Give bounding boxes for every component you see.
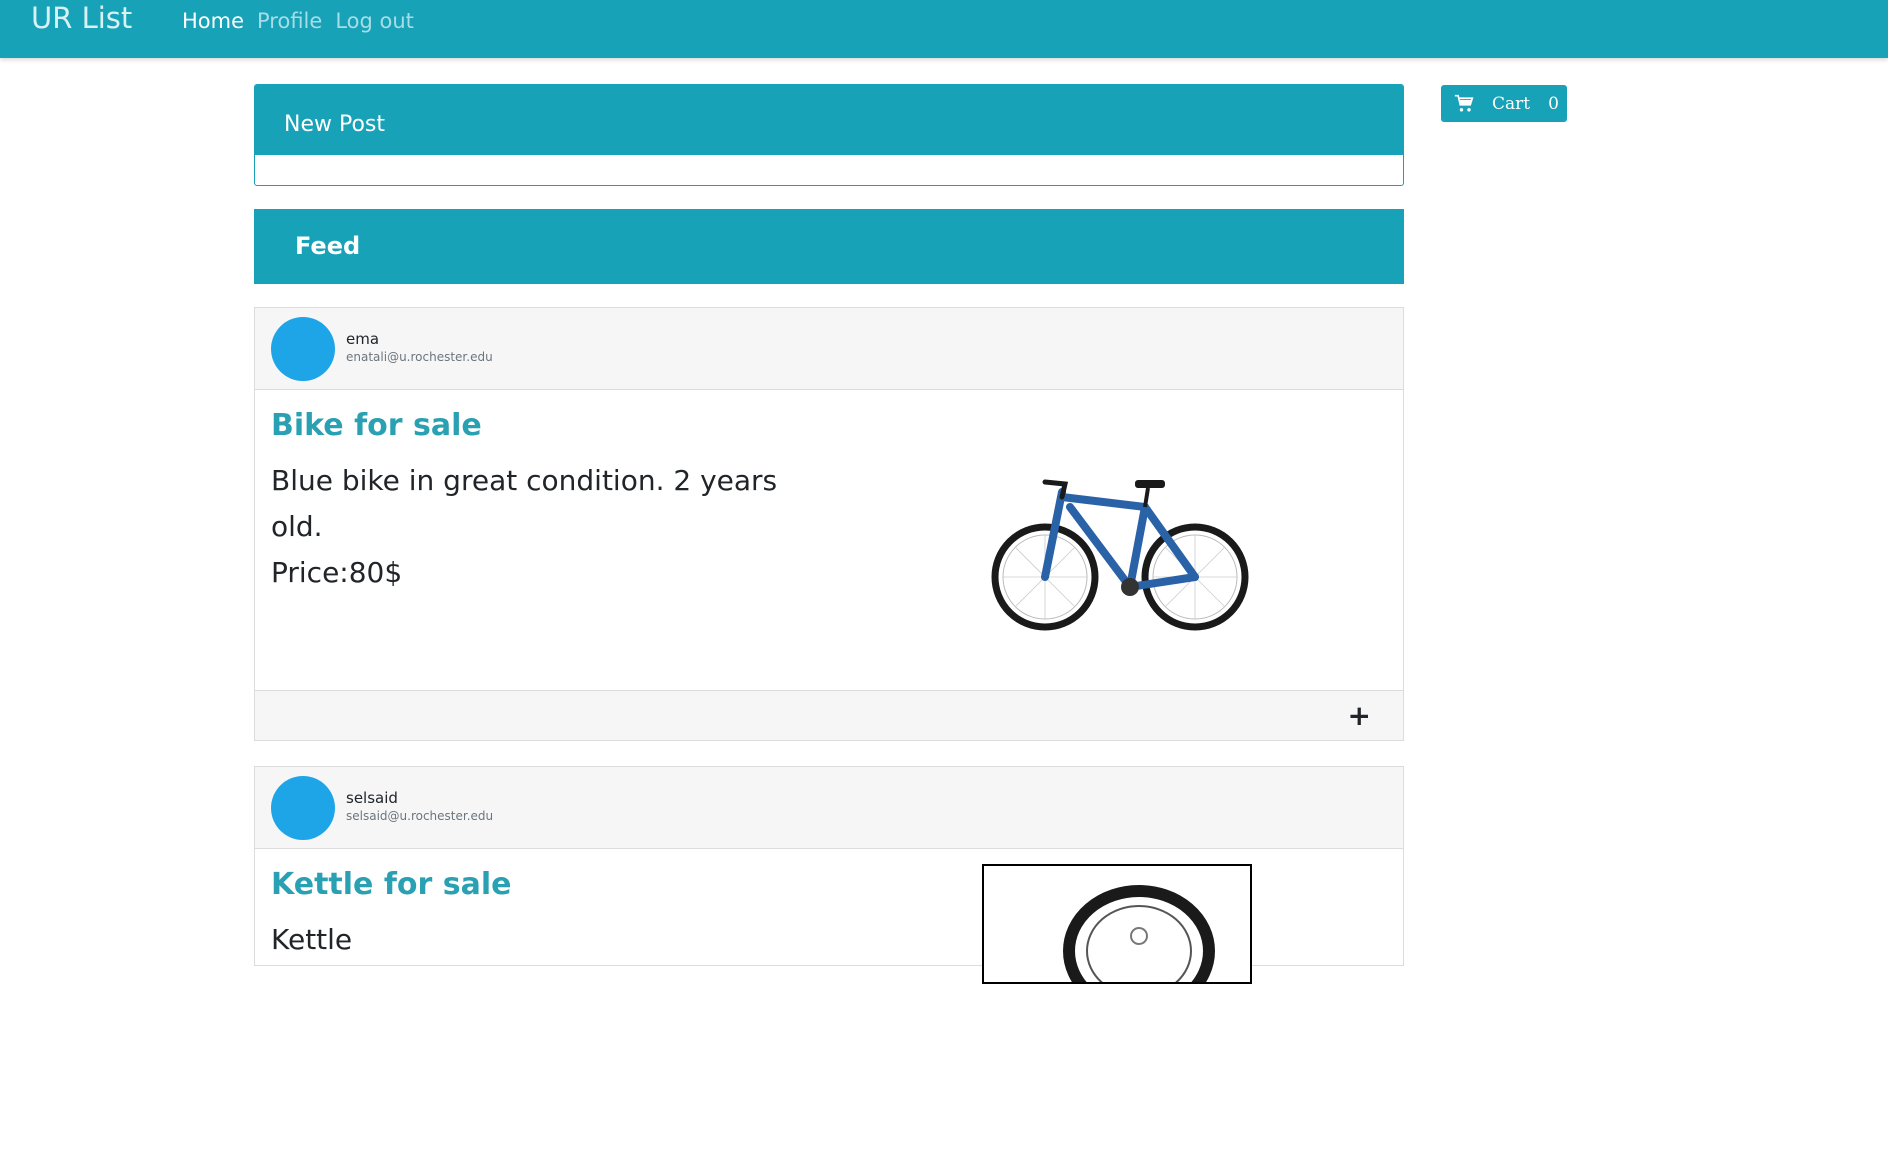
cart-label: Cart	[1492, 93, 1531, 114]
cart-count: 0	[1548, 93, 1559, 114]
nav-links: Home Profile Log out	[182, 6, 414, 36]
post-header: selsaid selsaid@u.rochester.edu	[255, 767, 1403, 849]
post-username: ema	[346, 330, 380, 348]
post-body: Bike for sale Blue bike in great conditi…	[255, 390, 1403, 690]
post-card: selsaid selsaid@u.rochester.edu Kettle f…	[254, 766, 1404, 984]
post-price: Price:80$	[271, 556, 403, 589]
post-title: Kettle for sale	[271, 867, 512, 902]
post-title: Bike for sale	[271, 408, 482, 443]
new-post-title[interactable]: New Post	[255, 85, 1403, 155]
post-footer: +	[255, 690, 1403, 740]
feed-title: Feed	[254, 209, 1404, 284]
kettle-image	[982, 864, 1252, 984]
top-navbar: UR List Home Profile Log out	[0, 0, 1888, 58]
post-description: Kettle	[271, 923, 353, 956]
avatar	[271, 317, 335, 381]
post-description: Blue bike in great condition. 2 years ol…	[271, 464, 778, 543]
post-email: selsaid@u.rochester.edu	[346, 809, 494, 823]
nav-profile-link[interactable]: Profile	[257, 6, 322, 36]
avatar	[271, 776, 335, 840]
add-to-cart-button[interactable]: +	[1348, 701, 1371, 731]
post-description-block: Blue bike in great condition. 2 years ol…	[271, 458, 791, 596]
post-body: Kettle for sale Kettle	[255, 849, 1403, 1149]
new-post-panel[interactable]: New Post	[254, 84, 1404, 186]
nav-logout-link[interactable]: Log out	[335, 6, 414, 36]
post-email: enatali@u.rochester.edu	[346, 350, 493, 364]
shopping-cart-icon	[1454, 94, 1474, 111]
bicycle-icon	[991, 479, 1249, 631]
brand-logo[interactable]: UR List	[31, 0, 132, 36]
post-description-block: Kettle	[271, 917, 791, 963]
kettle-icon	[1063, 885, 1215, 982]
post-card: ema enatali@u.rochester.edu Bike for sal…	[254, 307, 1404, 741]
nav-home-link[interactable]: Home	[182, 6, 244, 36]
post-header: ema enatali@u.rochester.edu	[255, 308, 1403, 390]
cart-button[interactable]: Cart 0	[1441, 85, 1567, 122]
post-username: selsaid	[346, 789, 398, 807]
